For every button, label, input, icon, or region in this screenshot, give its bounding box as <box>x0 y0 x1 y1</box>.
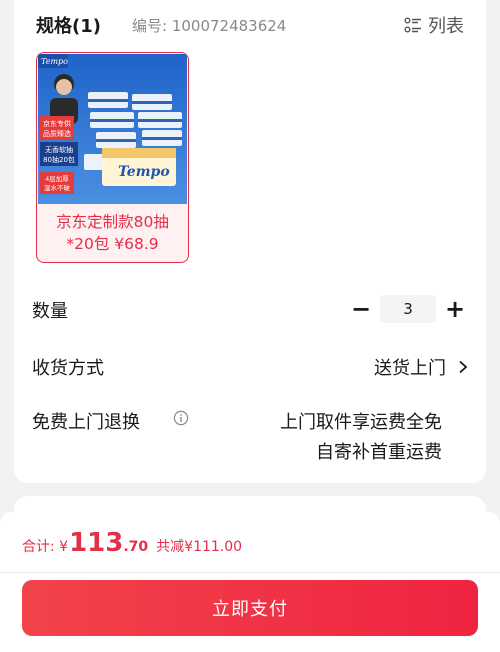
promo-text-3: 无香软抽 <box>45 145 73 154</box>
product-options-card: 规格(1) 编号: 100072483624 列表 Tempo Tempo 京东… <box>14 0 486 483</box>
free-return-line-1: 上门取件享运费全免 <box>280 412 442 433</box>
promo-text-5: 4层加厚 <box>45 174 69 183</box>
divider <box>0 572 500 573</box>
list-view-label: 列表 <box>428 16 464 37</box>
total-label: 合计: ¥ <box>22 539 69 555</box>
promo-text-6: 湿水不破 <box>44 183 71 192</box>
list-view-toggle[interactable]: 列表 <box>404 12 464 38</box>
free-return-label: 免费上门退换 <box>32 412 140 433</box>
brand-text: Tempo <box>118 164 170 180</box>
product-code: 编号: 100072483624 <box>132 17 287 35</box>
delivery-method-label: 收货方式 <box>32 358 104 379</box>
quantity-input[interactable]: 3 <box>380 295 436 323</box>
increase-button[interactable]: + <box>442 296 468 322</box>
promo-text-1: 京东专供 <box>43 119 71 128</box>
sku-option-card[interactable]: Tempo Tempo 京东专供 品质臻选 无香软抽 80抽20包 4层加厚 湿… <box>36 52 189 263</box>
sku-label-line-2: *20包 ¥68.9 <box>66 235 159 253</box>
delivery-method-row[interactable]: 收货方式 送货上门 <box>32 350 468 382</box>
info-icon[interactable] <box>173 410 189 426</box>
product-image: Tempo Tempo 京东专供 品质臻选 无香软抽 80抽20包 4层加厚 湿… <box>38 54 187 204</box>
quantity-stepper: − 3 + <box>348 293 468 325</box>
quantity-label: 数量 <box>32 301 68 322</box>
list-icon <box>404 17 421 33</box>
pay-now-button[interactable]: 立即支付 <box>22 580 478 636</box>
logo-text: Tempo <box>41 57 68 66</box>
spec-header: 规格(1) 编号: 100072483624 列表 <box>36 12 464 40</box>
total-saving: 共减¥111.00 <box>156 539 243 555</box>
sku-label: 京东定制款80抽 *20包 ¥68.9 <box>37 211 188 255</box>
promo-text-2: 品质臻选 <box>43 129 71 138</box>
delivery-method-value-wrap: 送货上门 <box>374 354 468 380</box>
spec-title: 规格(1) <box>36 16 101 37</box>
free-return-description: 上门取件享运费全免 自寄补首重运费 <box>280 408 442 468</box>
order-total: 合计: ¥ 113 .70 共减¥111.00 <box>22 528 242 558</box>
delivery-method-value: 送货上门 <box>374 358 446 379</box>
total-decimal: .70 <box>123 539 149 555</box>
total-integer: 113 <box>69 528 124 558</box>
checkout-footer: 合计: ¥ 113 .70 共减¥111.00 立即支付 <box>0 512 500 652</box>
free-return-line-2: 自寄补首重运费 <box>316 442 442 463</box>
promo-text-4: 80抽20包 <box>43 155 75 164</box>
chevron-right-icon <box>459 360 468 374</box>
quantity-row: 数量 − 3 + <box>32 293 468 325</box>
free-return-row: 免费上门退换 上门取件享运费全免 自寄补首重运费 <box>32 404 468 464</box>
sku-label-line-1: 京东定制款80抽 <box>56 213 169 231</box>
decrease-button[interactable]: − <box>348 296 374 322</box>
